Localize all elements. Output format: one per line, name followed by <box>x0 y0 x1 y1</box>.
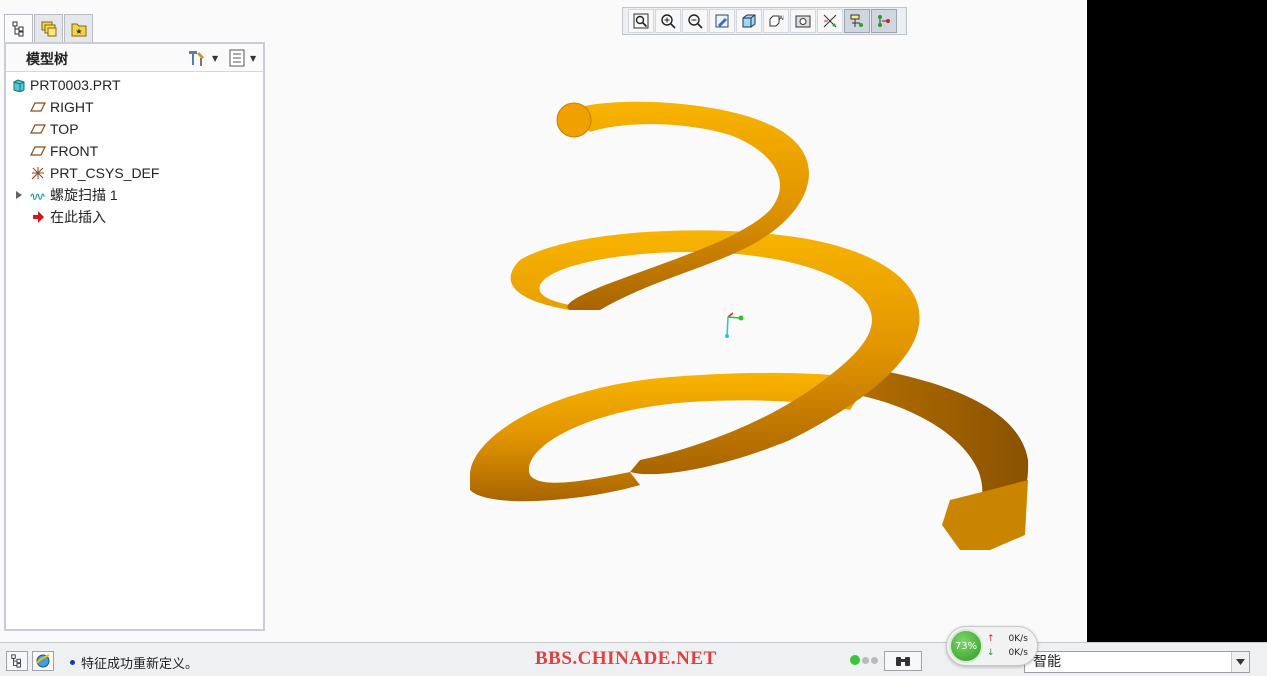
memory-usage-gauge: 73% <box>949 629 983 663</box>
tree-item-helical-sweep[interactable]: 螺旋扫描 1 <box>6 184 263 206</box>
upload-speed: ↑ 0K/s <box>987 634 1028 644</box>
tree-item-insert-here[interactable]: 在此插入 <box>6 206 263 228</box>
datum-display-icon <box>823 14 837 28</box>
tree-item-right[interactable]: RIGHT <box>6 96 263 118</box>
binoculars-icon <box>896 657 910 666</box>
datum-plane-icon <box>30 121 46 137</box>
tree-settings-icon <box>189 51 204 66</box>
find-button[interactable] <box>884 651 922 671</box>
svg-text:★: ★ <box>75 27 82 36</box>
zoom-in-button[interactable] <box>655 9 681 33</box>
view-manager-icon <box>795 15 811 28</box>
navigator-tabs: ★ <box>4 14 94 43</box>
helical-sweep-icon <box>30 187 46 203</box>
annotation-display-button[interactable] <box>871 9 897 33</box>
tree-item-front[interactable]: FRONT <box>6 140 263 162</box>
repaint-icon <box>715 14 729 28</box>
status-bar: 特征成功重新定义。 BBS.CHINADE.NET 智能 <box>0 642 1267 676</box>
helical-spring-model[interactable] <box>430 80 1070 580</box>
network-speed-widget[interactable]: 73% ↑ 0K/s ↓ 0K/s <box>946 626 1038 666</box>
download-arrow-icon: ↓ <box>987 648 995 658</box>
selection-filter-dropdown[interactable]: 智能 <box>1024 651 1250 673</box>
saved-orientations-button[interactable]: AB <box>763 9 789 33</box>
tree-item-top[interactable]: TOP <box>6 118 263 140</box>
datum-plane-icon <box>30 143 46 159</box>
download-speed: ↓ 0K/s <box>987 648 1028 658</box>
regeneration-status-indicator <box>850 655 878 665</box>
watermark: BBS.CHINADE.NET <box>535 648 717 669</box>
csys-marker <box>725 312 744 338</box>
tab-model-tree[interactable] <box>4 14 33 43</box>
tree-show-button[interactable]: ▼ <box>228 48 256 68</box>
graphics-toolbar: AB <box>622 7 907 35</box>
tree-item-label: 在此插入 <box>50 209 106 225</box>
display-style-button[interactable] <box>736 9 762 33</box>
tree-item-label: PRT_CSYS_DEF <box>50 165 160 181</box>
zoom-fit-button[interactable] <box>628 9 654 33</box>
tree-item-part[interactable]: PRT0003.PRT <box>6 74 263 96</box>
spring-end-cap <box>556 102 592 138</box>
model-tree: PRT0003.PRT RIGHT TOP FRONT PRT_CSYS_DEF… <box>6 74 263 228</box>
part-icon <box>11 77 27 93</box>
app-window: { "left_tabs": [ {"icon": "model-tree-ic… <box>0 0 1267 676</box>
selection-filter-value: 智能 <box>1033 654 1061 670</box>
tree-item-label: 螺旋扫描 1 <box>50 187 118 203</box>
coordinate-system-icon <box>30 165 46 181</box>
spin-center-button[interactable] <box>844 9 870 33</box>
navigator-toggle-button[interactable] <box>6 651 28 671</box>
chevron-down-icon: ▼ <box>212 53 219 63</box>
tree-item-label: TOP <box>50 121 79 137</box>
browser-toggle-button[interactable] <box>32 651 54 671</box>
tree-item-label: RIGHT <box>50 99 94 115</box>
tree-show-icon <box>229 49 245 67</box>
zoom-out-button[interactable] <box>682 9 708 33</box>
spin-center-icon <box>850 14 863 27</box>
status-message: 特征成功重新定义。 <box>70 653 198 672</box>
saved-orientations-icon: AB <box>769 15 784 27</box>
zoom-fit-icon <box>633 13 649 29</box>
repaint-button[interactable] <box>709 9 735 33</box>
folder-favorites-icon: ★ <box>71 23 86 36</box>
annotation-display-icon <box>878 15 890 27</box>
spring-middle-coil <box>510 230 920 475</box>
chevron-down-icon <box>1231 652 1249 672</box>
spring-top-coil <box>567 101 809 310</box>
status-message-text: 特征成功重新定义。 <box>81 657 199 672</box>
message-bullet-icon <box>70 660 75 665</box>
zoom-out-icon <box>688 14 703 29</box>
model-tree-icon <box>12 21 23 37</box>
datum-plane-icon <box>30 99 46 115</box>
view-manager-button[interactable] <box>790 9 816 33</box>
display-style-icon <box>742 14 756 28</box>
tab-folder[interactable]: ★ <box>64 14 93 42</box>
upload-arrow-icon: ↑ <box>987 634 995 644</box>
layers-icon <box>41 21 56 36</box>
browser-icon <box>36 654 50 668</box>
svg-text:AB: AB <box>779 15 784 22</box>
expand-arrow-icon[interactable] <box>14 187 24 203</box>
tree-settings-button[interactable]: ▼ <box>186 48 218 68</box>
zoom-in-icon <box>661 14 676 29</box>
tree-item-label: FRONT <box>50 143 99 159</box>
model-tree-panel: 模型树 ▼ ▼ PRT0003.PRT RIGHT TOP FRONT PRT_… <box>4 42 265 631</box>
tab-layers[interactable] <box>34 14 63 42</box>
chevron-down-icon: ▼ <box>250 53 257 63</box>
panel-header: 模型树 ▼ ▼ <box>6 44 263 72</box>
tree-item-csys[interactable]: PRT_CSYS_DEF <box>6 162 263 184</box>
black-region <box>1087 0 1267 642</box>
datum-display-button[interactable] <box>817 9 843 33</box>
panel-title: 模型树 <box>26 52 68 68</box>
model-tree-icon <box>11 654 21 668</box>
tree-item-label: PRT0003.PRT <box>30 77 121 93</box>
insert-here-icon <box>30 209 46 225</box>
